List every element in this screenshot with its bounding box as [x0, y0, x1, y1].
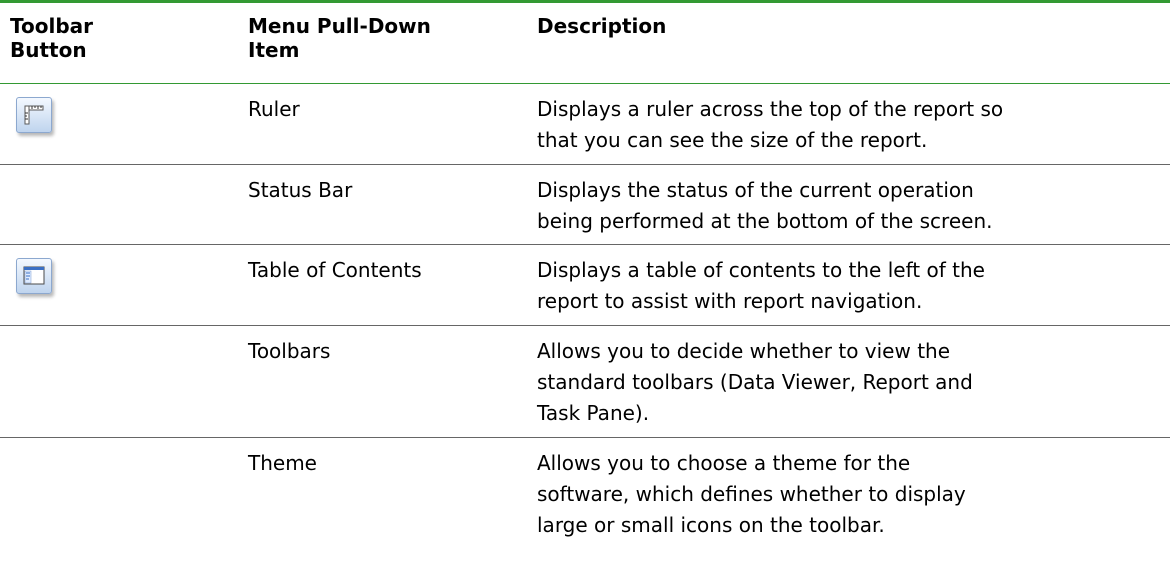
- description-line: Allows you to choose a theme for the: [537, 451, 911, 475]
- description-cell: Allows you to decide whether to view the…: [537, 326, 1170, 437]
- header-description: Description: [537, 3, 1170, 83]
- table-of-contents-icon: [16, 258, 52, 294]
- description-line: that you can see the size of the report.: [537, 128, 928, 152]
- description-line: Displays a table of contents to the left…: [537, 258, 985, 282]
- header-menu-item-line-1: Menu Pull-Down: [248, 14, 431, 38]
- menu-item-status-bar: Status Bar: [248, 178, 353, 202]
- description-cell: Allows you to choose a theme for the sof…: [537, 438, 1170, 565]
- ruler-icon: [16, 97, 52, 133]
- description-line: Task Pane).: [537, 401, 650, 425]
- table-row: Status Bar Displays the status of the cu…: [0, 165, 1170, 245]
- toolbar-button-cell: [0, 84, 248, 164]
- header-toolbar-button-line-2: Button: [10, 38, 87, 62]
- table-row: Theme Allows you to choose a theme for t…: [0, 438, 1170, 565]
- table-header-row: Toolbar Button Menu Pull-Down Item Descr…: [0, 3, 1170, 84]
- description-line: being performed at the bottom of the scr…: [537, 209, 993, 233]
- header-menu-item-line-2: Item: [248, 38, 300, 62]
- menu-item-theme: Theme: [248, 451, 317, 475]
- table-row: Toolbars Allows you to decide whether to…: [0, 326, 1170, 438]
- toolbar-button-cell: [0, 245, 248, 325]
- description-line: Displays the status of the current opera…: [537, 178, 974, 202]
- description-line: standard toolbars (Data Viewer, Report a…: [537, 370, 973, 394]
- description-line: Allows you to decide whether to view the: [537, 339, 951, 363]
- header-toolbar-button-line-1: Toolbar: [10, 14, 93, 38]
- description-cell: Displays a table of contents to the left…: [537, 245, 1170, 325]
- table-row: Ruler Displays a ruler across the top of…: [0, 84, 1170, 165]
- description-cell: Displays the status of the current opera…: [537, 165, 1170, 244]
- toolbar-button-cell: [0, 438, 248, 565]
- description-line: Displays a ruler across the top of the r…: [537, 97, 1004, 121]
- header-menu-item: Menu Pull-Down Item: [248, 3, 537, 83]
- view-menu-table: Toolbar Button Menu Pull-Down Item Descr…: [0, 0, 1170, 565]
- menu-item-table-of-contents: Table of Contents: [248, 258, 422, 282]
- menu-item-ruler: Ruler: [248, 97, 300, 121]
- description-line: software, which defines whether to displ…: [537, 482, 966, 506]
- description-cell: Displays a ruler across the top of the r…: [537, 84, 1170, 164]
- toolbar-button-cell: [0, 165, 248, 244]
- table-row: Table of Contents Displays a table of co…: [0, 245, 1170, 326]
- toolbar-button-cell: [0, 326, 248, 437]
- header-description-text: Description: [537, 14, 667, 38]
- header-toolbar-button: Toolbar Button: [0, 3, 248, 83]
- menu-item-toolbars: Toolbars: [248, 339, 331, 363]
- description-line: large or small icons on the toolbar.: [537, 513, 885, 537]
- description-line: report to assist with report navigation.: [537, 289, 923, 313]
